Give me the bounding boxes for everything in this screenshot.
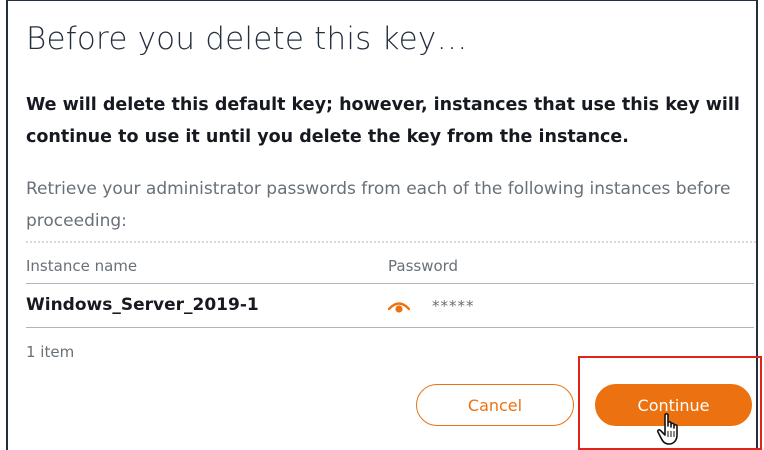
table-row-divider (26, 327, 754, 328)
column-header-password: Password (388, 257, 459, 275)
item-count: 1 item (26, 343, 75, 361)
table-row: Windows_Server_2019-1 ***** (8, 284, 758, 327)
dialog-title: Before you delete this key… (26, 21, 468, 57)
warning-message: We will delete this default key; however… (26, 95, 740, 147)
password-cell: ***** (432, 297, 475, 315)
cancel-button[interactable]: Cancel (416, 384, 574, 426)
continue-button[interactable]: Continue (595, 384, 752, 426)
section-divider (26, 241, 756, 243)
instructions-text: Retrieve your administrator passwords fr… (26, 179, 731, 231)
instance-name-cell: Windows_Server_2019-1 (26, 295, 259, 315)
delete-key-dialog: Before you delete this key… We will dele… (6, 0, 758, 450)
eye-icon[interactable] (388, 299, 410, 313)
column-header-instance-name: Instance name (26, 257, 138, 275)
